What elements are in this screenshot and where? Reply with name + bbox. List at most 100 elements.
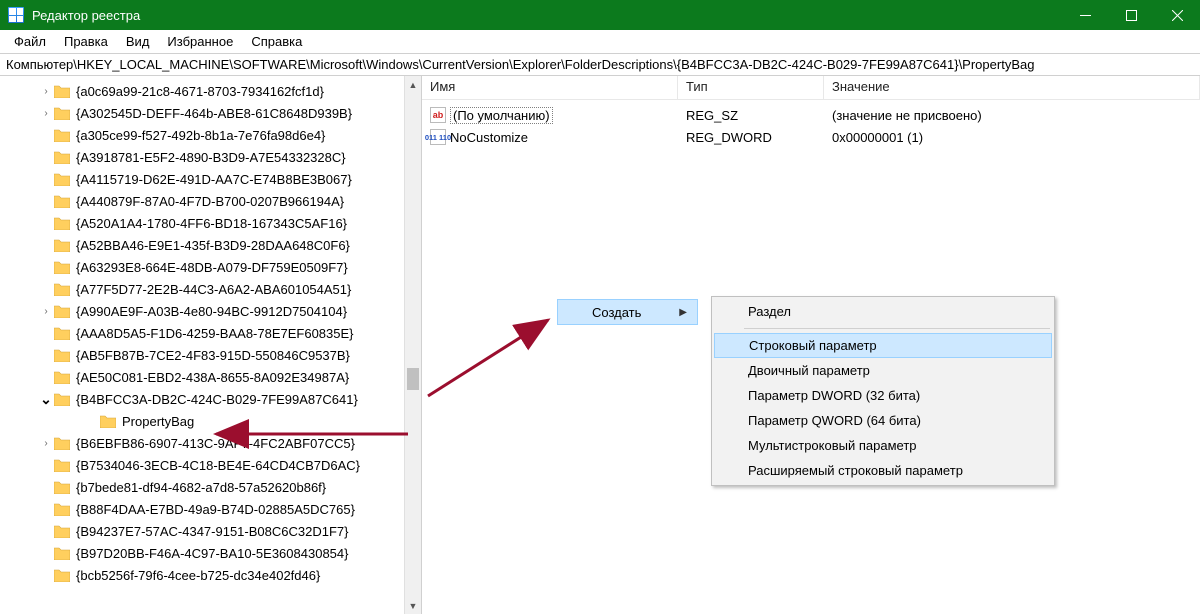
tree-item-label: {bcb5256f-79f6-4cee-b725-dc34e402fd46} xyxy=(76,568,320,583)
tree-item-label: {AE50C081-EBD2-438A-8655-8A092E34987A} xyxy=(76,370,349,385)
folder-icon xyxy=(54,194,70,208)
folder-icon xyxy=(54,216,70,230)
tree-item-label: {A63293E8-664E-48DB-A079-DF759E0509F7} xyxy=(76,260,348,275)
tree-scrollbar[interactable]: ▲ ▼ xyxy=(404,76,421,614)
folder-icon xyxy=(54,304,70,318)
menu-item[interactable]: Строковый параметр xyxy=(714,333,1052,358)
tree-item[interactable]: {B7534046-3ECB-4C18-BE4E-64CD4CB7D6AC} xyxy=(0,454,404,476)
header-name[interactable]: Имя xyxy=(422,76,678,99)
scroll-thumb[interactable] xyxy=(407,368,419,390)
tree-item[interactable]: {B94237E7-57AC-4347-9151-B08C6C32D1F7} xyxy=(0,520,404,542)
tree-item-label: {B7534046-3ECB-4C18-BE4E-64CD4CB7D6AC} xyxy=(76,458,360,473)
tree-item[interactable]: {A63293E8-664E-48DB-A079-DF759E0509F7} xyxy=(0,256,404,278)
folder-icon xyxy=(54,84,70,98)
tree-item[interactable]: {a305ce99-f527-492b-8b1a-7e76fa98d6e4} xyxy=(0,124,404,146)
tree-item-label: PropertyBag xyxy=(122,414,194,429)
context-menu-create-label: Создать xyxy=(592,305,641,320)
value-row[interactable]: 011 110NoCustomizeREG_DWORD0x00000001 (1… xyxy=(422,126,1200,148)
values-list[interactable]: ab(По умолчанию)REG_SZ(значение не присв… xyxy=(422,100,1200,148)
tree-item-label: {B4BFCC3A-DB2C-424C-B029-7FE99A87C641} xyxy=(76,392,358,407)
folder-icon xyxy=(54,546,70,560)
folder-icon xyxy=(54,370,70,384)
folder-icon xyxy=(54,568,70,582)
tree-item[interactable]: {A4115719-D62E-491D-AA7C-E74B8BE3B067} xyxy=(0,168,404,190)
binary-value-icon: 011 110 xyxy=(430,129,446,145)
value-name: NoCustomize xyxy=(450,130,528,145)
chevron-down-icon[interactable]: ⌄ xyxy=(40,391,52,408)
folder-icon xyxy=(54,458,70,472)
folder-icon xyxy=(54,238,70,252)
tree-item[interactable]: {B88F4DAA-E7BD-49a9-B74D-02885A5DC765} xyxy=(0,498,404,520)
tree-item[interactable]: › {A302545D-DEFF-464b-ABE8-61C8648D939B} xyxy=(0,102,404,124)
tree-item-label: {B94237E7-57AC-4347-9151-B08C6C32D1F7} xyxy=(76,524,348,539)
menu-item-label: Мультистроковый параметр xyxy=(748,438,917,453)
menu-view[interactable]: Вид xyxy=(118,32,158,51)
value-data: (значение не присвоено) xyxy=(824,108,1200,123)
menu-item-label: Параметр DWORD (32 бита) xyxy=(748,388,920,403)
context-menu-create[interactable]: Создать ▶ xyxy=(557,299,698,325)
menu-item-label: Расширяемый строковый параметр xyxy=(748,463,963,478)
value-type: REG_SZ xyxy=(678,108,824,123)
header-type[interactable]: Тип xyxy=(678,76,824,99)
tree-item-label: {a0c69a99-21c8-4671-8703-7934162fcf1d} xyxy=(76,84,324,99)
chevron-right-icon[interactable]: › xyxy=(40,438,52,449)
tree-item[interactable]: {AAA8D5A5-F1D6-4259-BAA8-78E7EF60835E} xyxy=(0,322,404,344)
header-value[interactable]: Значение xyxy=(824,76,1200,99)
registry-tree[interactable]: ›{a0c69a99-21c8-4671-8703-7934162fcf1d}›… xyxy=(0,76,404,614)
tree-item-label: {b7bede81-df94-4682-a7d8-57a52620b86f} xyxy=(76,480,326,495)
menu-item[interactable]: Мультистроковый параметр xyxy=(714,433,1052,458)
tree-item[interactable]: {A77F5D77-2E2B-44C3-A6A2-ABA601054A51} xyxy=(0,278,404,300)
tree-item-label: {A52BBA46-E9E1-435f-B3D9-28DAA648C0F6} xyxy=(76,238,350,253)
context-submenu: Раздел Строковый параметр Двоичный парамет… xyxy=(711,296,1055,486)
window-title: Редактор реестра xyxy=(32,8,1062,23)
tree-item[interactable]: {A520A1A4-1780-4FF6-BD18-167343C5AF16} xyxy=(0,212,404,234)
menu-file[interactable]: Файл xyxy=(6,32,54,51)
menu-item[interactable]: Расширяемый строковый параметр xyxy=(714,458,1052,483)
tree-item-label: {A520A1A4-1780-4FF6-BD18-167343C5AF16} xyxy=(76,216,347,231)
tree-item[interactable]: {A440879F-87A0-4F7D-B700-0207B966194A} xyxy=(0,190,404,212)
minimize-button[interactable] xyxy=(1062,0,1108,30)
menubar: Файл Правка Вид Избранное Справка xyxy=(0,30,1200,54)
value-row[interactable]: ab(По умолчанию)REG_SZ(значение не присв… xyxy=(422,104,1200,126)
tree-item[interactable]: {AE50C081-EBD2-438A-8655-8A092E34987A} xyxy=(0,366,404,388)
tree-item[interactable]: ›{A990AE9F-A03B-4e80-94BC-9912D7504104} xyxy=(0,300,404,322)
tree-item[interactable]: {b7bede81-df94-4682-a7d8-57a52620b86f} xyxy=(0,476,404,498)
address-bar[interactable]: Компьютер\HKEY_LOCAL_MACHINE\SOFTWARE\Mi… xyxy=(0,54,1200,76)
menu-item-label: Строковый параметр xyxy=(749,338,877,353)
menu-favorites[interactable]: Избранное xyxy=(159,32,241,51)
scroll-up-button[interactable]: ▲ xyxy=(405,76,421,93)
tree-item-label: {B97D20BB-F46A-4C97-BA10-5E3608430854} xyxy=(76,546,348,561)
menu-item[interactable]: Двоичный параметр xyxy=(714,358,1052,383)
menu-edit[interactable]: Правка xyxy=(56,32,116,51)
folder-icon xyxy=(54,524,70,538)
chevron-right-icon[interactable]: › xyxy=(40,306,52,317)
tree-item[interactable]: PropertyBag xyxy=(0,410,404,432)
menu-item[interactable]: Раздел xyxy=(714,299,1052,324)
tree-item-label: {A302545D-DEFF-464b-ABE8-61C8648D939B} xyxy=(76,106,352,121)
tree-item[interactable]: ⌄ {B4BFCC3A-DB2C-424C-B029-7FE99A87C641} xyxy=(0,388,404,410)
menu-item[interactable]: Параметр QWORD (64 бита) xyxy=(714,408,1052,433)
tree-item[interactable]: {bcb5256f-79f6-4cee-b725-dc34e402fd46} xyxy=(0,564,404,586)
tree-item[interactable]: {A52BBA46-E9E1-435f-B3D9-28DAA648C0F6} xyxy=(0,234,404,256)
tree-item[interactable]: › {a0c69a99-21c8-4671-8703-7934162fcf1d} xyxy=(0,80,404,102)
tree-item[interactable]: {B97D20BB-F46A-4C97-BA10-5E3608430854} xyxy=(0,542,404,564)
titlebar: Редактор реестра xyxy=(0,0,1200,30)
values-header: Имя Тип Значение xyxy=(422,76,1200,100)
tree-item[interactable]: {A3918781-E5F2-4890-B3D9-A7E54332328C} xyxy=(0,146,404,168)
value-name: (По умолчанию) xyxy=(450,107,553,124)
scroll-down-button[interactable]: ▼ xyxy=(405,597,421,614)
folder-icon xyxy=(54,326,70,340)
close-button[interactable] xyxy=(1154,0,1200,30)
menu-help[interactable]: Справка xyxy=(243,32,310,51)
tree-item[interactable]: {AB5FB87B-7CE2-4F83-915D-550846C9537B} xyxy=(0,344,404,366)
folder-icon xyxy=(54,106,70,120)
folder-icon xyxy=(54,260,70,274)
folder-icon xyxy=(54,172,70,186)
tree-item[interactable]: ›{B6EBFB86-6907-413C-9AF7-4FC2ABF07CC5} xyxy=(0,432,404,454)
chevron-right-icon[interactable]: › xyxy=(40,108,52,119)
tree-pane: ›{a0c69a99-21c8-4671-8703-7934162fcf1d}›… xyxy=(0,76,422,614)
regedit-icon xyxy=(8,7,24,23)
menu-item[interactable]: Параметр DWORD (32 бита) xyxy=(714,383,1052,408)
chevron-right-icon[interactable]: › xyxy=(40,86,52,97)
maximize-button[interactable] xyxy=(1108,0,1154,30)
